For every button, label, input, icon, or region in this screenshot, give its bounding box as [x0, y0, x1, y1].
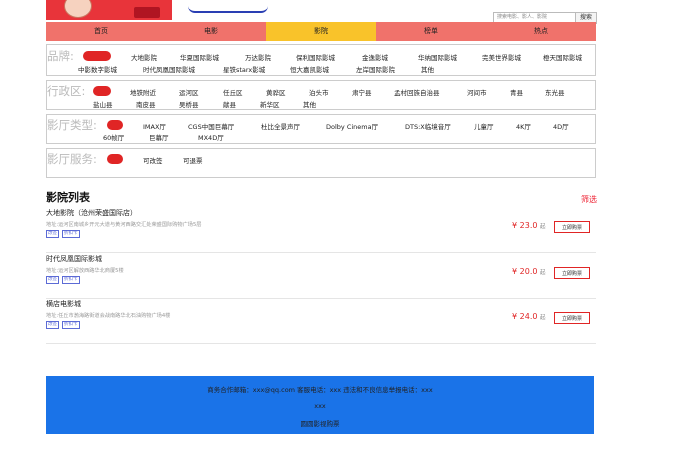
buy-ticket-button[interactable]: 立即购票 — [554, 221, 590, 233]
nav-item-movies[interactable]: 电影 — [156, 22, 266, 41]
district-filter: 行政区: 地铁附近 运河区 任丘区 黄骅区 泊头市 肃宁县 孟村回族自治县 河间… — [46, 80, 596, 110]
district-option[interactable]: 献县 — [223, 99, 236, 109]
hall-option[interactable]: CGS中国巨幕厅 — [188, 121, 234, 131]
nav-item-hot[interactable]: 热点 — [486, 22, 596, 41]
brand-option[interactable]: 完美世界影城 — [482, 52, 521, 62]
filter-link[interactable]: 筛选 — [581, 194, 597, 205]
hall-option[interactable]: DTS:X临境音厅 — [405, 121, 451, 131]
district-option[interactable]: 肃宁县 — [352, 87, 372, 97]
service-all-selected[interactable] — [107, 154, 123, 164]
tag-discount-card: 折扣卡 — [62, 230, 80, 238]
service-option[interactable]: 可改签 — [143, 155, 163, 165]
tag-rebook: 改签 — [46, 230, 59, 238]
district-option[interactable]: 泊头市 — [309, 87, 329, 97]
tag-discount-card: 折扣卡 — [62, 321, 80, 329]
hall-option[interactable]: IMAX厅 — [143, 121, 166, 131]
district-option[interactable]: 南皮县 — [136, 99, 156, 109]
district-option[interactable]: 东光县 — [545, 87, 565, 97]
banner-card-illustration — [134, 7, 160, 18]
brand-option[interactable]: 华夏国际影城 — [180, 52, 219, 62]
brand-option[interactable]: 星铁starx影城 — [223, 64, 265, 74]
cinema-item: 横店电影城 地址:任丘市渤海路街道会战南路华北石油购物广场4楼 改签 折扣卡 ¥… — [46, 299, 596, 344]
district-option[interactable]: 孟村回族自治县 — [394, 87, 440, 97]
cinema-list-title: 影院列表 — [46, 191, 90, 204]
footer: 商务合作邮箱：xxx@qq.com 客服电话：xxx 违法和不良信息举报电话：x… — [46, 376, 594, 434]
cinema-address: 地址:任丘市渤海路街道会战南路华北石油购物广场4楼 — [46, 313, 171, 319]
district-option[interactable]: 黄骅区 — [266, 87, 286, 97]
footer-contact: 商务合作邮箱：xxx@qq.com 客服电话：xxx 违法和不良信息举报电话：x… — [207, 386, 433, 394]
nav-item-cinemas[interactable]: 影院 — [266, 22, 376, 41]
district-all-selected[interactable] — [93, 86, 111, 96]
tag-rebook: 改签 — [46, 321, 59, 329]
brand-option[interactable]: 左岸国际影院 — [356, 64, 395, 74]
district-filter-label: 行政区: — [47, 84, 86, 98]
hall-option[interactable]: MX4D厅 — [198, 132, 224, 142]
cinema-address: 地址:运河区南城乡开元大道与黄河西路交汇处荣盛国际购物广场5层 — [46, 222, 202, 228]
buy-ticket-button[interactable]: 立即购票 — [554, 267, 590, 279]
banner-face-illustration — [64, 0, 92, 18]
brand-option[interactable]: 华纳国际影城 — [418, 52, 457, 62]
header-banner-image — [46, 0, 172, 20]
cinema-item: 大地影院（沧州荣盛国际店） 地址:运河区南城乡开元大道与黄河西路交汇处荣盛国际购… — [46, 208, 596, 253]
district-option[interactable]: 任丘区 — [223, 87, 243, 97]
hall-option[interactable]: 60帧厅 — [103, 132, 124, 142]
cinema-price: ¥ 20.0 起 — [512, 267, 546, 276]
brand-option[interactable]: 其他 — [421, 64, 434, 74]
brand-all-selected[interactable] — [83, 51, 111, 61]
brand-option[interactable]: 时代凤凰国际影城 — [143, 64, 195, 74]
tag-discount-card: 折扣卡 — [62, 276, 80, 284]
cinema-name[interactable]: 时代凤凰国际影城 — [46, 254, 102, 264]
brand-option[interactable]: 大地影院 — [131, 52, 157, 62]
brand-filter-label: 品牌: — [47, 49, 74, 63]
hall-type-filter: 影厅类型: IMAX厅 CGS中国巨幕厅 杜比全景声厅 Dolby Cinema… — [46, 114, 596, 144]
cinema-item: 时代凤凰国际影城 地址:运河区解放西路华北商厦5楼 改签 折扣卡 ¥ 20.0 … — [46, 254, 596, 299]
service-filter: 影厅服务: 可改签 可退票 — [46, 148, 596, 178]
cinema-name[interactable]: 横店电影城 — [46, 299, 81, 309]
brand-filter: 品牌: 大地影院 华夏国际影城 万达影院 保利国际影城 金逸影城 华纳国际影城 … — [46, 44, 596, 76]
hall-option[interactable]: 杜比全景声厅 — [261, 121, 300, 131]
brand-option[interactable]: 万达影院 — [245, 52, 271, 62]
main-nav: 首页 电影 影院 榜单 热点 — [46, 22, 596, 41]
service-option[interactable]: 可退票 — [183, 155, 203, 165]
district-option[interactable]: 其他 — [303, 99, 316, 109]
tag-rebook: 改签 — [46, 276, 59, 284]
cinema-name[interactable]: 大地影院（沧州荣盛国际店） — [46, 208, 137, 218]
brand-option[interactable]: 保利国际影城 — [296, 52, 335, 62]
brand-option[interactable]: 中影数字影城 — [78, 64, 117, 74]
nav-item-rankings[interactable]: 榜单 — [376, 22, 486, 41]
district-option[interactable]: 地铁附近 — [130, 87, 156, 97]
hall-type-filter-label: 影厅类型: — [47, 118, 97, 132]
hall-option[interactable]: 4K厅 — [516, 121, 531, 131]
brand-option[interactable]: 金逸影城 — [362, 52, 388, 62]
cinema-price: ¥ 23.0 起 — [512, 221, 546, 230]
hall-option[interactable]: 巨幕厅 — [149, 132, 169, 142]
hall-all-selected[interactable] — [107, 120, 123, 130]
district-option[interactable]: 盐山县 — [93, 99, 113, 109]
brand-option[interactable]: 橙天国际影城 — [543, 52, 582, 62]
nav-item-home[interactable]: 首页 — [46, 22, 156, 41]
footer-line: xxx — [314, 402, 326, 410]
service-filter-label: 影厅服务: — [47, 152, 97, 166]
hall-option[interactable]: Dolby Cinema厅 — [326, 121, 378, 131]
buy-ticket-button[interactable]: 立即购票 — [554, 312, 590, 324]
cinema-address: 地址:运河区解放西路华北商厦5楼 — [46, 268, 124, 274]
cinema-price: ¥ 24.0 起 — [512, 312, 546, 321]
header-decoration — [188, 6, 268, 13]
hall-option[interactable]: 儿童厅 — [474, 121, 494, 131]
district-option[interactable]: 吴桥县 — [179, 99, 199, 109]
district-option[interactable]: 河间市 — [467, 87, 487, 97]
district-option[interactable]: 运河区 — [179, 87, 199, 97]
footer-brand: 圆圆影视购票 — [300, 420, 340, 428]
hall-option[interactable]: 4D厅 — [553, 121, 569, 131]
district-option[interactable]: 新华区 — [260, 99, 280, 109]
district-option[interactable]: 青县 — [510, 87, 523, 97]
brand-option[interactable]: 恒大嘉凯影城 — [290, 64, 329, 74]
